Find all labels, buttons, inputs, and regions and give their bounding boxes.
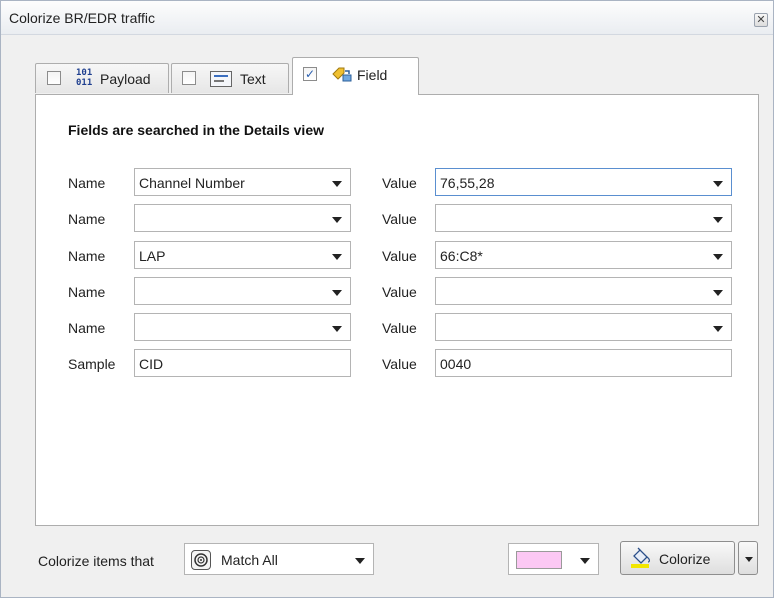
- chevron-down-icon: [355, 558, 365, 564]
- tab-text-label: Text: [240, 71, 266, 87]
- chevron-down-icon: [580, 558, 590, 564]
- value-label: Value: [382, 356, 417, 372]
- tab-payload-label: Payload: [100, 71, 151, 87]
- colorize-dialog: Colorize BR/EDR traffic ✕ 101 011 Payload…: [0, 0, 774, 598]
- text-field-icon: [210, 71, 232, 87]
- binary-icon: 101 011: [76, 68, 93, 88]
- colorize-button[interactable]: Colorize: [620, 541, 735, 575]
- name-combo-5[interactable]: [134, 313, 351, 341]
- match-mode-select[interactable]: Match All: [184, 543, 374, 575]
- chevron-down-icon: [332, 181, 342, 187]
- close-icon: ✕: [756, 13, 766, 26]
- name-label: Name: [68, 284, 106, 300]
- chevron-down-icon: [713, 326, 723, 332]
- chevron-down-icon: [713, 254, 723, 260]
- chevron-down-icon: [332, 290, 342, 296]
- name-label: Name: [68, 248, 106, 264]
- value-label: Value: [382, 248, 417, 264]
- field-checkbox[interactable]: ✓: [303, 67, 317, 81]
- colorize-options-button[interactable]: [738, 541, 758, 575]
- tab-field[interactable]: ✓ Field: [292, 57, 419, 95]
- color-picker[interactable]: [508, 543, 599, 575]
- value-label: Value: [382, 211, 417, 227]
- colorize-items-label: Colorize items that: [38, 553, 154, 569]
- value-label: Value: [382, 175, 417, 191]
- name-combo-3[interactable]: LAP: [134, 241, 351, 269]
- match-all-icon: [191, 550, 211, 570]
- value-combo-4[interactable]: [435, 277, 732, 305]
- sample-value-input[interactable]: 0040: [435, 349, 732, 377]
- chevron-down-icon: [713, 290, 723, 296]
- sample-input[interactable]: CID: [134, 349, 351, 377]
- paint-bucket-icon: [629, 547, 653, 569]
- close-button[interactable]: ✕: [754, 13, 768, 27]
- value-combo-5[interactable]: [435, 313, 732, 341]
- value-label: Value: [382, 320, 417, 336]
- tab-field-label: Field: [357, 67, 388, 83]
- sample-label: Sample: [68, 356, 116, 372]
- value-combo-3[interactable]: 66:C8*: [435, 241, 732, 269]
- color-swatch: [516, 551, 562, 569]
- chevron-down-icon: [332, 217, 342, 223]
- name-label: Name: [68, 175, 106, 191]
- value-combo-1[interactable]: 76,55,28: [435, 168, 732, 196]
- field-tag-icon: [331, 66, 353, 84]
- tab-text[interactable]: Text: [171, 63, 289, 93]
- name-combo-4[interactable]: [134, 277, 351, 305]
- payload-checkbox[interactable]: [47, 71, 61, 85]
- name-combo-1[interactable]: Channel Number: [134, 168, 351, 196]
- chevron-down-icon: [745, 557, 753, 562]
- title-bar: Colorize BR/EDR traffic ✕: [1, 1, 773, 35]
- name-label: Name: [68, 320, 106, 336]
- chevron-down-icon: [332, 254, 342, 260]
- value-combo-2[interactable]: [435, 204, 732, 232]
- text-checkbox[interactable]: [182, 71, 196, 85]
- field-tab-panel: [35, 94, 759, 526]
- chevron-down-icon: [713, 181, 723, 187]
- window-title: Colorize BR/EDR traffic: [9, 10, 156, 26]
- chevron-down-icon: [713, 217, 723, 223]
- section-heading: Fields are searched in the Details view: [68, 122, 324, 138]
- name-label: Name: [68, 211, 106, 227]
- tab-payload[interactable]: 101 011 Payload: [35, 63, 169, 93]
- name-combo-2[interactable]: [134, 204, 351, 232]
- chevron-down-icon: [332, 326, 342, 332]
- value-label: Value: [382, 284, 417, 300]
